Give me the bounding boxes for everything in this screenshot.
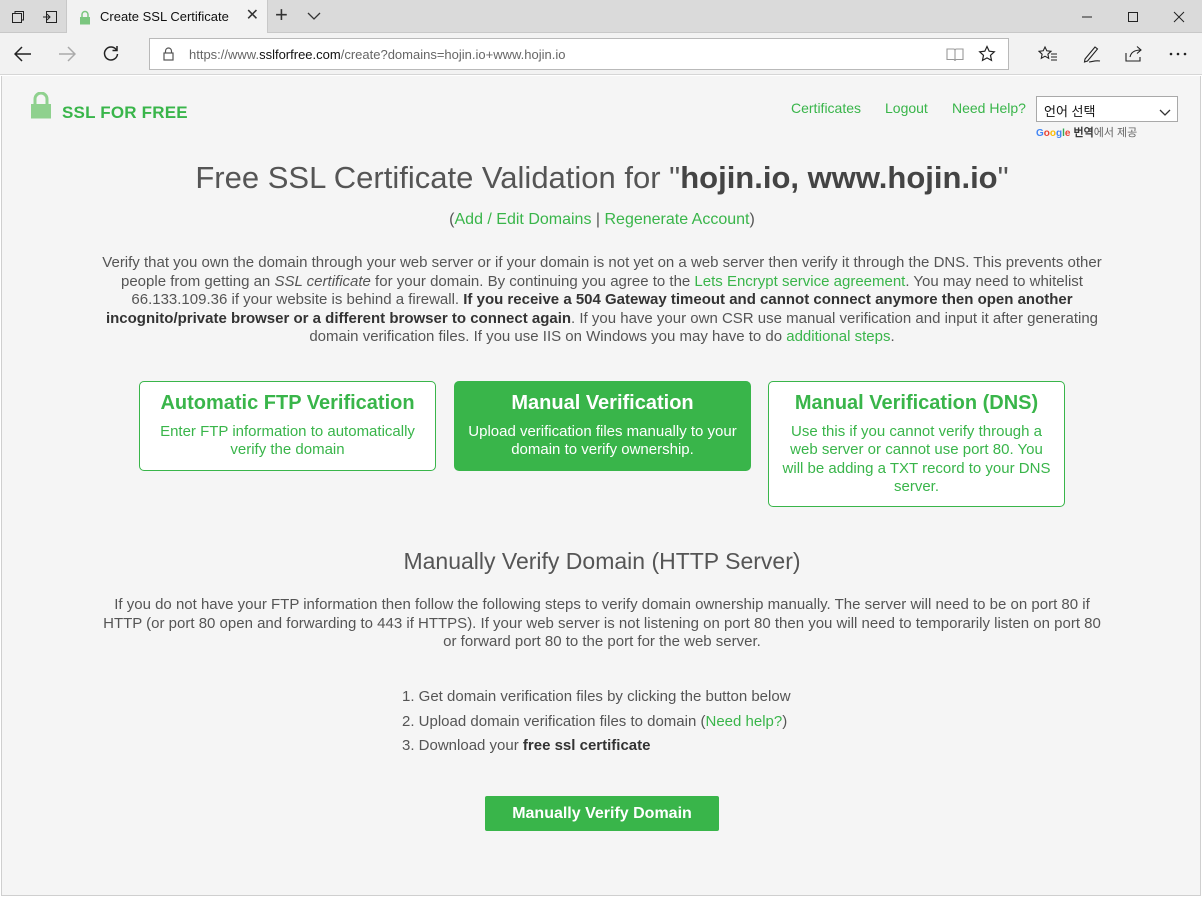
language-select[interactable]: 언어 선택 xyxy=(1036,96,1178,122)
chevron-down-icon[interactable] xyxy=(307,8,321,26)
intro-paragraph: Verify that you own the domain through y… xyxy=(102,254,1102,345)
set-tabs-aside-icon[interactable] xyxy=(34,0,66,33)
active-tab[interactable]: Create SSL Certificate ✕ xyxy=(66,0,268,34)
additional-steps-link[interactable]: additional steps xyxy=(786,328,890,345)
lock-icon[interactable] xyxy=(163,47,174,66)
site-favicon-icon xyxy=(79,10,91,30)
new-tab-icon[interactable]: + xyxy=(275,4,288,26)
more-icon[interactable] xyxy=(1166,42,1190,66)
page-title: Free SSL Certificate Validation for "hoj… xyxy=(195,160,1009,195)
language-select-value: 언어 선택 xyxy=(1044,104,1096,119)
account-links: (Add / Edit Domains | Regenerate Account… xyxy=(449,211,755,228)
card-description: Upload verification files manually to yo… xyxy=(468,423,737,459)
title-domains: hojin.io, www.hojin.io xyxy=(680,160,998,195)
tabs-aside-icon[interactable] xyxy=(2,0,34,33)
chevron-down-icon xyxy=(1159,104,1171,122)
site-logo[interactable]: SSL FOR FREE xyxy=(30,91,188,124)
manual-dns-verification-card[interactable]: Manual Verification (DNS) Use this if yo… xyxy=(768,381,1065,507)
add-edit-domains-link[interactable]: Add / Edit Domains xyxy=(455,211,592,228)
logo-text: SSL FOR FREE xyxy=(62,103,188,122)
google-translate-attribution[interactable]: Google 번역에서 제공 xyxy=(1036,124,1137,140)
certificates-link[interactable]: Certificates xyxy=(791,100,861,116)
pen-icon[interactable] xyxy=(1080,42,1104,66)
card-title: Manual Verification xyxy=(511,392,694,414)
card-description: Enter FTP information to automatically v… xyxy=(160,423,415,459)
card-title: Automatic FTP Verification xyxy=(160,392,415,414)
favorite-star-icon[interactable] xyxy=(978,45,996,68)
share-icon[interactable] xyxy=(1122,42,1146,66)
navigation-bar: https://www.sslforfree.com/create?domain… xyxy=(0,33,1202,75)
padlock-icon xyxy=(30,91,52,124)
manually-verify-domain-button[interactable]: Manually Verify Domain xyxy=(485,796,719,831)
lets-encrypt-agreement-link[interactable]: Lets Encrypt service agreement xyxy=(694,273,905,290)
regenerate-account-link[interactable]: Regenerate Account xyxy=(605,211,750,228)
card-description: Use this if you cannot verify through a … xyxy=(782,423,1051,495)
tab-title: Create SSL Certificate xyxy=(100,9,229,24)
address-bar[interactable]: https://www.sslforfree.com/create?domain… xyxy=(149,38,1009,70)
list-item: 1. Get domain verification files by clic… xyxy=(402,688,791,705)
back-icon[interactable] xyxy=(11,42,35,66)
manual-verification-card[interactable]: Manual Verification Upload verification … xyxy=(454,381,751,471)
reading-view-icon[interactable] xyxy=(946,47,964,67)
close-window-icon[interactable] xyxy=(1156,0,1202,33)
list-item: 3. Download your free ssl certificate xyxy=(402,737,651,754)
forward-icon[interactable] xyxy=(55,42,79,66)
section-title: Manually Verify Domain (HTTP Server) xyxy=(403,548,801,574)
page-content: SSL FOR FREE Certificates Logout Need He… xyxy=(1,76,1201,896)
logout-link[interactable]: Logout xyxy=(885,100,928,116)
manual-description: If you do not have your FTP information … xyxy=(103,596,1101,650)
steps-list: 1. Get domain verification files by clic… xyxy=(402,688,791,762)
close-tab-icon[interactable]: ✕ xyxy=(246,8,259,24)
url-text: https://www.sslforfree.com/create?domain… xyxy=(189,47,566,62)
need-help-step-link[interactable]: Need help? xyxy=(706,713,783,730)
google-logo: Google xyxy=(1036,128,1071,139)
card-title: Manual Verification (DNS) xyxy=(794,392,1039,414)
favorites-icon[interactable] xyxy=(1036,42,1060,66)
tab-bar: Create SSL Certificate ✕ + xyxy=(0,0,1202,34)
minimize-icon[interactable] xyxy=(1064,0,1110,33)
automatic-ftp-verification-card[interactable]: Automatic FTP Verification Enter FTP inf… xyxy=(139,381,436,471)
need-help-link[interactable]: Need Help? xyxy=(952,100,1026,116)
maximize-icon[interactable] xyxy=(1110,0,1156,33)
list-item: 2. Upload domain verification files to d… xyxy=(402,712,788,730)
refresh-icon[interactable] xyxy=(99,42,123,66)
